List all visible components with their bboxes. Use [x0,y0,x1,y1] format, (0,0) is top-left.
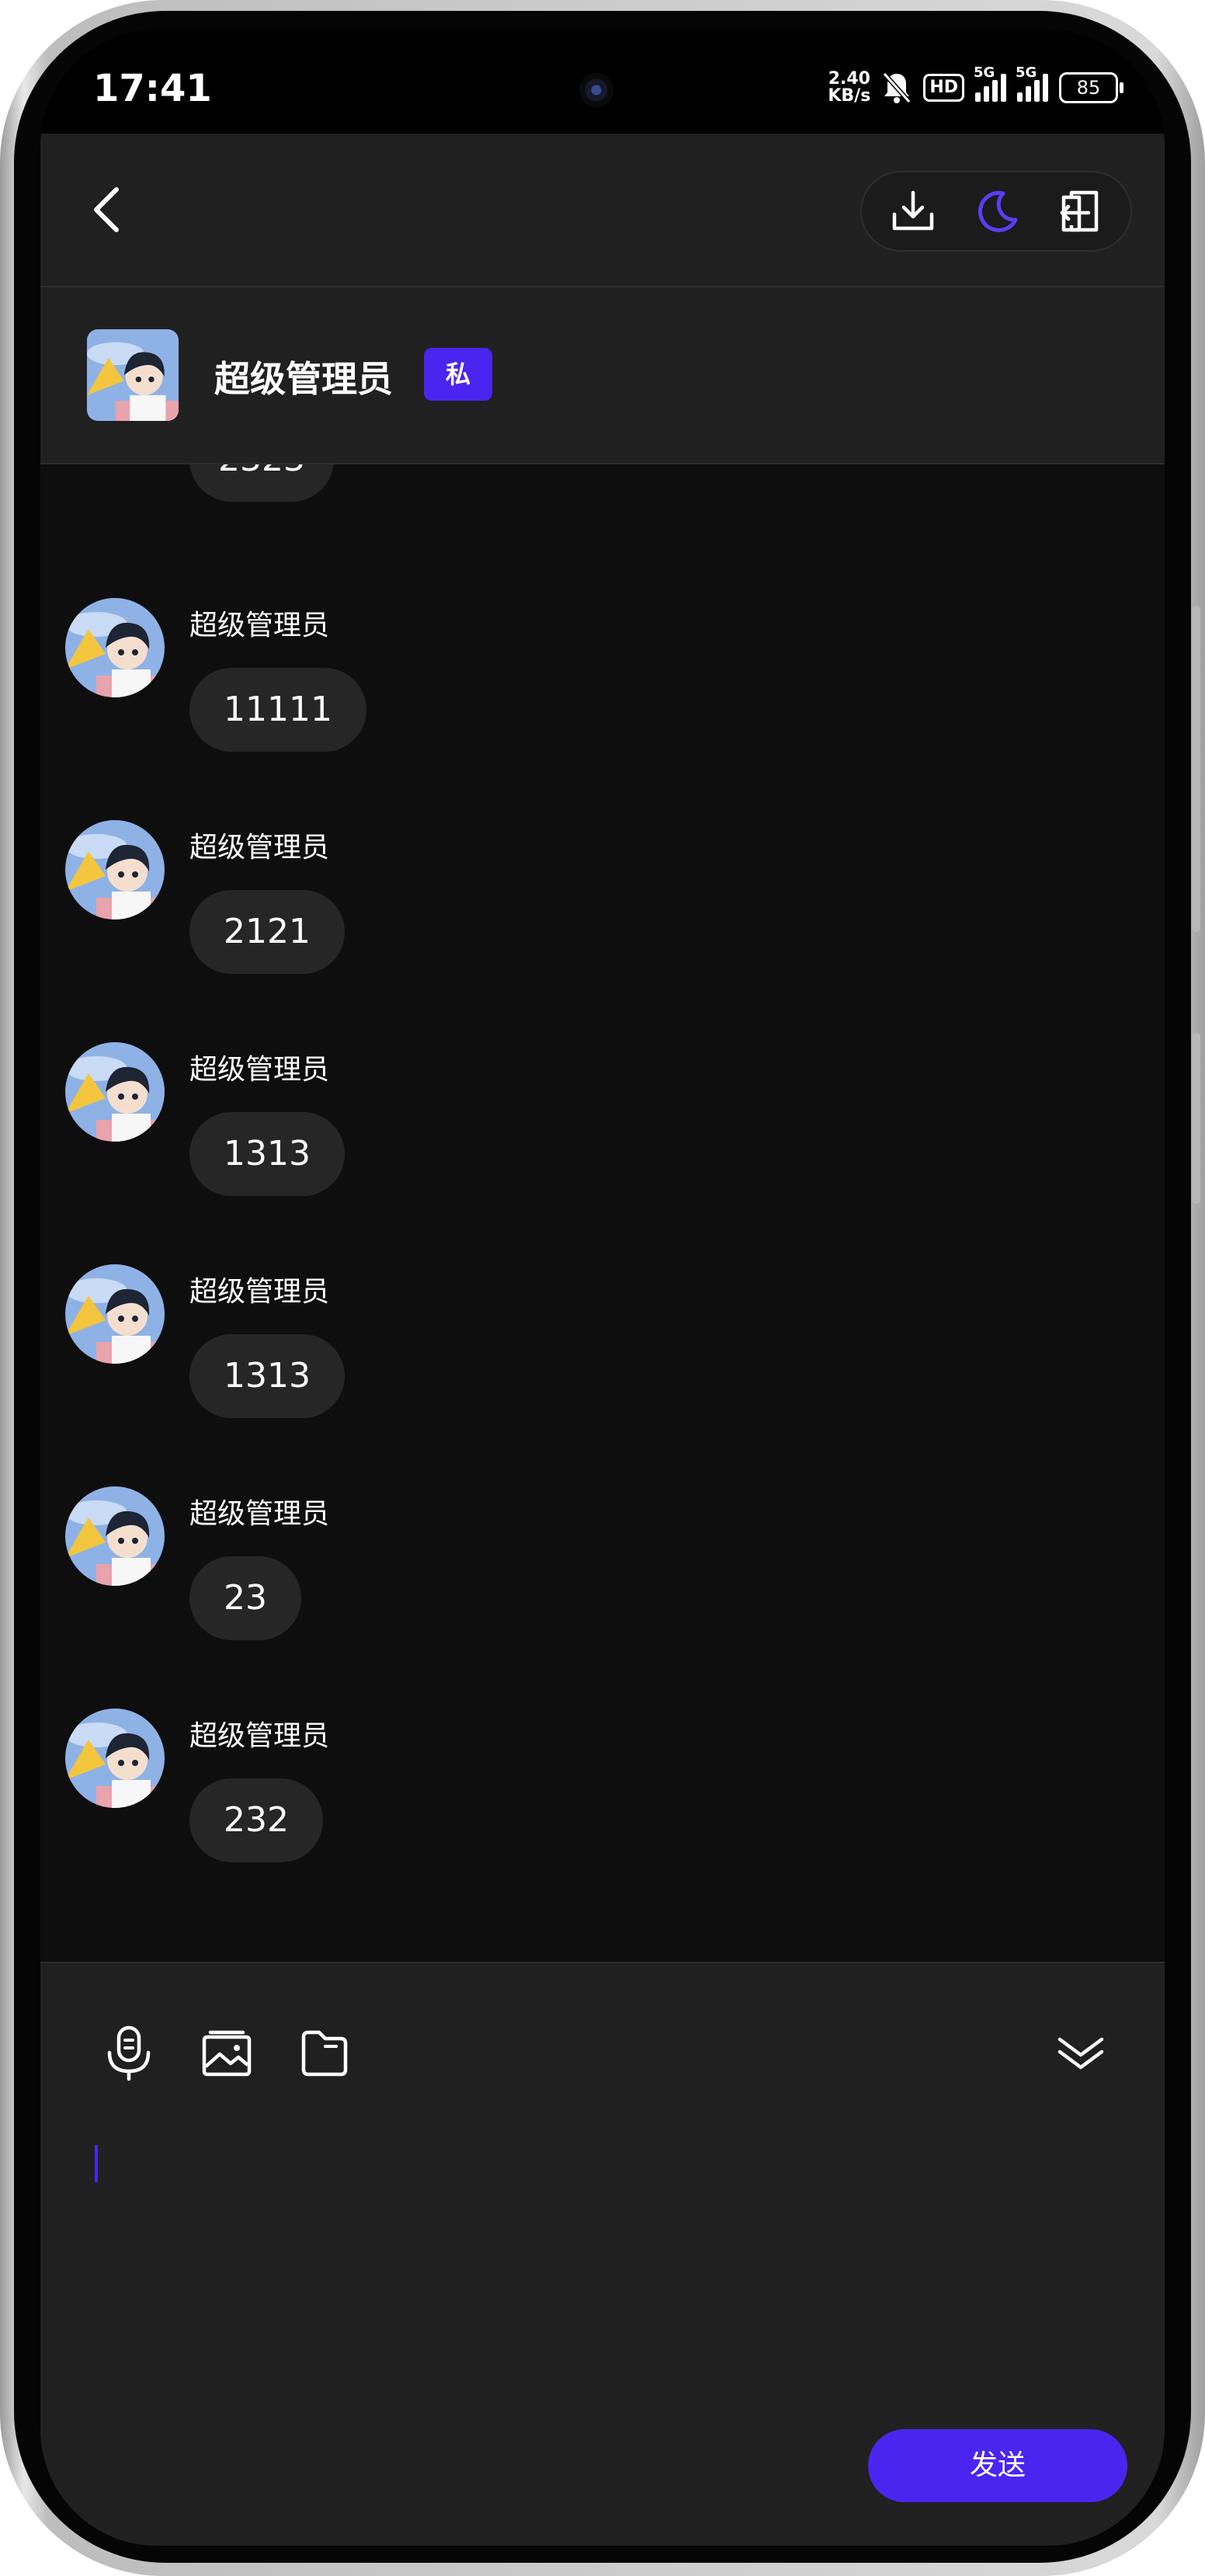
message-bubble[interactable]: 23 [189,1556,301,1640]
exit-icon [1061,190,1099,232]
message-input[interactable] [71,2119,1127,2383]
sender-name: 超级管理员 [189,832,330,864]
download-icon [892,190,933,231]
screen: 17:41 2.40 KB/s HD 5G 5G 85 超级管理员 私 超级管理… [40,30,1165,2546]
send-button[interactable]: 发送 [868,2429,1127,2502]
message-bubble[interactable]: 11111 [189,668,366,752]
anime-avatar-icon [87,329,179,421]
message-row: 超级管理员 232 [65,1709,1137,1895]
message-row: 超级管理员 1313 [65,1264,1137,1451]
anime-avatar-icon [65,1486,165,1586]
sender-avatar[interactable] [65,1264,165,1364]
sender-avatar[interactable] [65,1486,165,1586]
download-button[interactable] [888,186,938,236]
folder-icon [301,2030,348,2077]
anime-avatar-icon [65,820,165,920]
composer: 发送 [40,1962,1165,2546]
bell-muted-icon [883,72,912,103]
chevron-left-icon [94,187,119,232]
sender-name: 超级管理员 [189,610,330,641]
message-bubble-partial: 2323 [189,464,334,502]
message-row: 超级管理员 2121 [65,820,1137,1006]
image-icon [202,2030,252,2077]
sender-name: 超级管理员 [189,1276,330,1308]
message-bubble[interactable]: 1313 [189,1334,345,1418]
sender-avatar[interactable] [65,1709,165,1808]
signal-1-label: 5G [974,64,995,81]
theme-toggle-button[interactable] [971,186,1021,236]
network-speed-value: 2.40 [828,69,870,89]
chevron-down-icon [1057,2037,1104,2070]
message-list[interactable]: 2323 超级管理员 11111 超级管理员 2121 超级管理员 1313 超级管理员 13… [40,464,1165,1962]
exit-button[interactable] [1054,186,1104,236]
message-row: 超级管理员 1313 [65,1042,1137,1229]
chat-header: 超级管理员 私 [40,287,1165,464]
sender-name: 超级管理员 [189,1498,330,1530]
battery-icon: 85 [1059,72,1123,103]
network-speed-unit: KB/s [828,86,871,106]
status-bar: 17:41 2.40 KB/s HD 5G 5G 85 [40,30,1165,134]
network-speed: 2.40 KB/s [828,71,870,105]
sender-avatar[interactable] [65,1042,165,1142]
collapse-button[interactable] [1050,2022,1112,2084]
signal-2-label: 5G [1016,64,1037,81]
moon-icon [978,190,1018,232]
sender-name: 超级管理员 [189,1054,330,1086]
signal-1-icon: 5G [974,64,1006,102]
sender-name: 超级管理员 [189,1720,330,1752]
anime-avatar-icon [65,598,165,697]
chat-avatar[interactable] [87,329,179,421]
hd-indicator: HD [923,74,964,102]
private-badge: 私 [424,348,492,401]
message-bubble[interactable]: 2121 [189,890,345,974]
front-camera [579,73,613,107]
text-caret [95,2145,98,2182]
message-row: 超级管理员 11111 [65,598,1137,784]
sender-avatar[interactable] [65,598,165,697]
image-button[interactable] [196,2022,258,2084]
microphone-icon [107,2025,151,2081]
top-bar [40,134,1165,287]
sender-avatar[interactable] [65,820,165,920]
power-button [1193,1033,1200,1204]
anime-avatar-icon [65,1709,165,1808]
message-row: 超级管理员 23 [65,1486,1137,1673]
status-icons: 2.40 KB/s HD 5G 5G 85 [828,64,1123,107]
back-button[interactable] [84,179,130,241]
anime-avatar-icon [65,1042,165,1142]
signal-2-icon: 5G [1016,64,1048,102]
chat-title: 超级管理员 [214,358,393,400]
anime-avatar-icon [65,1264,165,1364]
volume-button [1193,606,1200,932]
clock: 17:41 [93,67,212,110]
message-bubble[interactable]: 232 [189,1778,323,1862]
file-button[interactable] [293,2022,356,2084]
message-bubble[interactable]: 1313 [189,1112,345,1196]
top-actions [860,171,1132,252]
voice-button[interactable] [98,2022,160,2084]
